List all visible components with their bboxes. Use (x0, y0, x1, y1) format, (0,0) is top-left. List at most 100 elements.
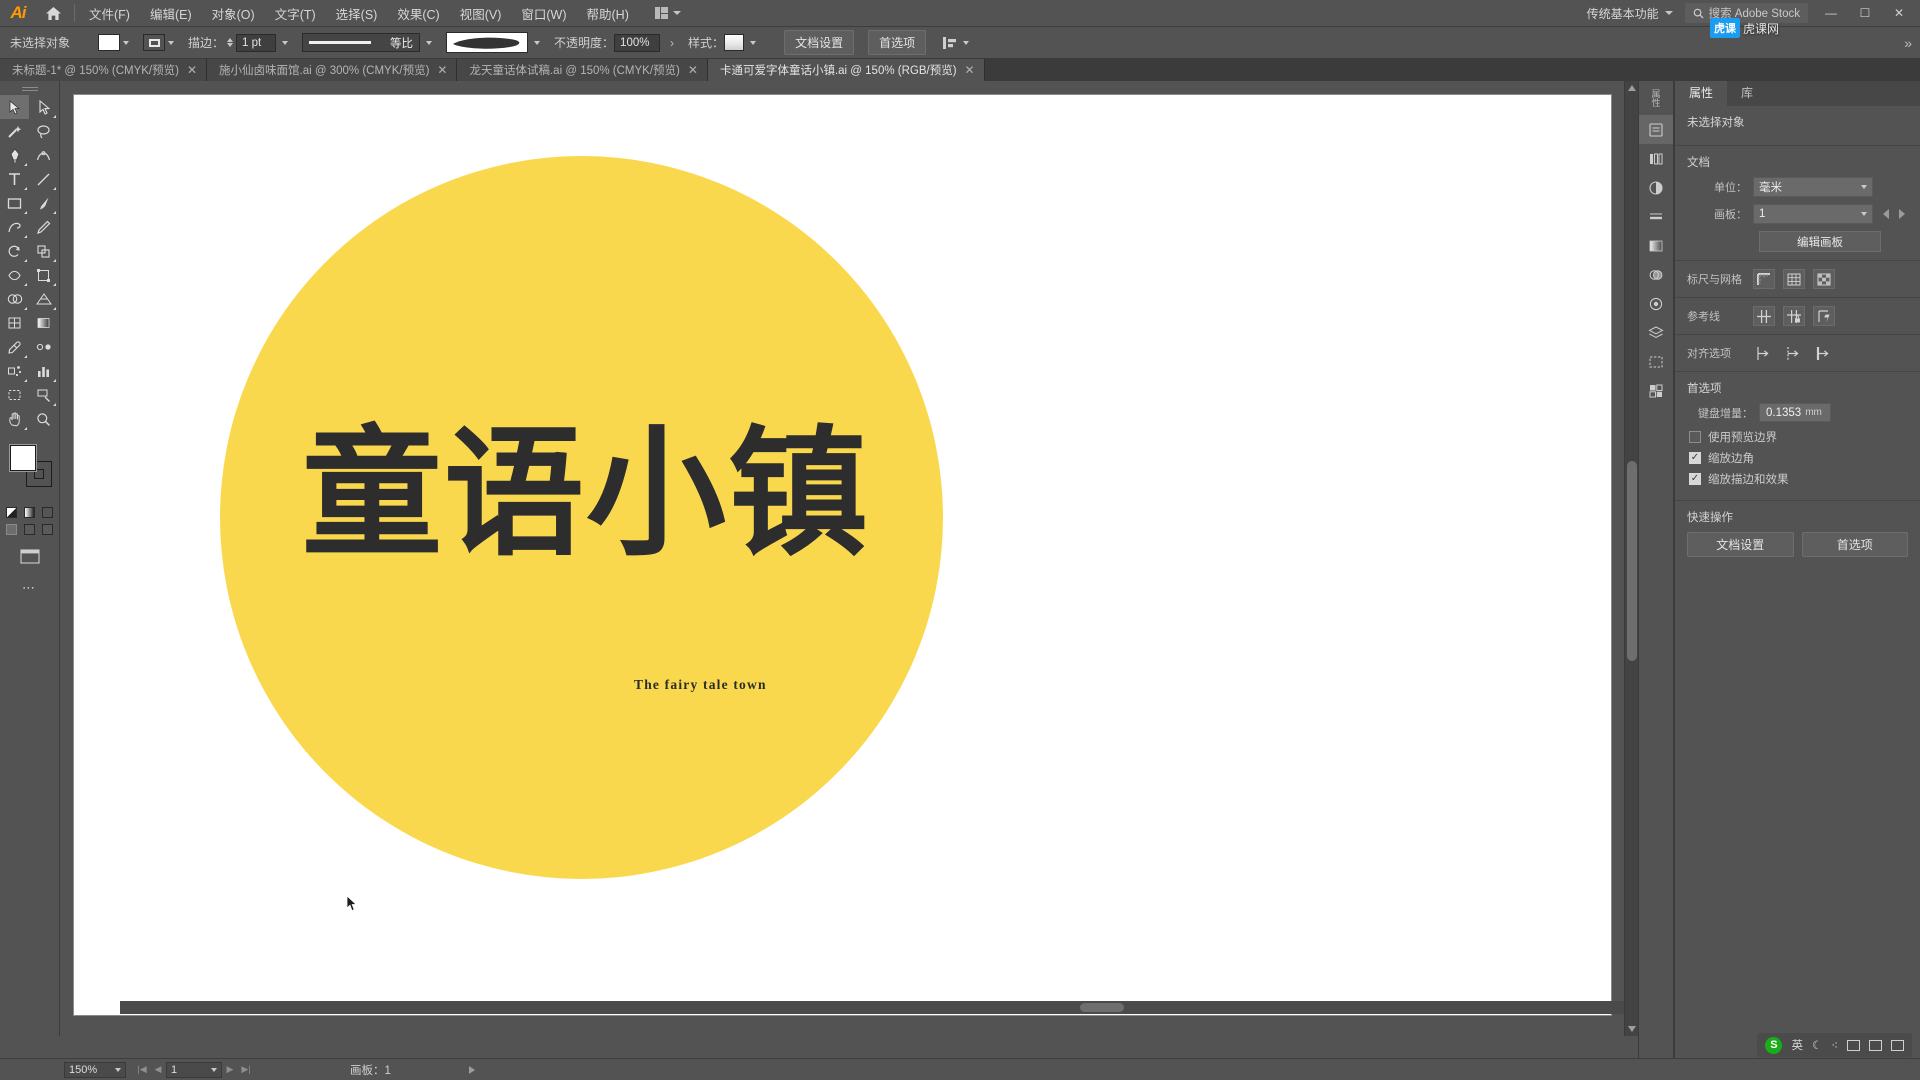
align-to-artboard-icon[interactable] (1813, 343, 1835, 363)
quick-document-setup-button[interactable]: 文档设置 (1687, 532, 1794, 557)
shape-builder-tool[interactable] (0, 287, 29, 311)
status-expand-icon[interactable] (468, 1065, 475, 1074)
ime-language-label[interactable]: 英 (1791, 1037, 1803, 1053)
scale-strokes-checkbox[interactable] (1689, 473, 1701, 485)
brush-definition-control[interactable] (446, 32, 529, 53)
layers-icon[interactable] (1639, 318, 1673, 347)
artboard-select[interactable]: 1 (1753, 204, 1873, 224)
quick-preferences-button[interactable]: 首选项 (1801, 532, 1908, 557)
fill-swatch[interactable] (98, 34, 121, 51)
direct-selection-tool[interactable] (29, 95, 58, 119)
gradient-icon[interactable] (1639, 231, 1673, 260)
tab-properties[interactable]: 属性 (1675, 81, 1728, 106)
menu-item-help[interactable]: 帮助(H) (577, 0, 639, 27)
opacity-expand-icon[interactable]: › (670, 36, 674, 50)
scale-strokes-checkbox-row[interactable]: 缩放描边和效果 (1689, 471, 1908, 487)
draw-behind-icon[interactable] (24, 524, 35, 535)
canvas-area[interactable]: 童语小镇 The fairy tale town » ✕ 画板 (60, 81, 1884, 1036)
fill-chevron-down-icon[interactable] (123, 40, 130, 45)
symbol-sprayer-tool[interactable] (0, 359, 29, 383)
fill-color-control[interactable] (98, 34, 130, 51)
scale-corners-checkbox-row[interactable]: 缩放边角 (1689, 450, 1908, 466)
stroke-swatch[interactable] (143, 34, 166, 51)
logotype-artwork[interactable]: 童语小镇 (302, 425, 922, 685)
column-graph-tool[interactable] (29, 359, 58, 383)
opacity-field[interactable]: 100% (614, 33, 661, 52)
show-guides-icon[interactable] (1753, 306, 1775, 326)
artboard[interactable]: 童语小镇 The fairy tale town (74, 95, 1611, 1015)
smart-guides-icon[interactable] (1813, 306, 1835, 326)
pencil-tool[interactable] (29, 215, 58, 239)
close-icon[interactable]: ✕ (688, 64, 698, 76)
style-chevron-down-icon[interactable] (750, 40, 757, 45)
close-button[interactable]: ✕ (1882, 0, 1916, 27)
prev-artboard-icon[interactable] (1883, 209, 1889, 219)
preview-bounds-checkbox-row[interactable]: 使用预览边界 (1689, 429, 1908, 445)
home-icon[interactable] (36, 0, 70, 27)
menu-item-select[interactable]: 选择(S) (326, 0, 388, 27)
paintbrush-tool[interactable] (29, 191, 58, 215)
prev-page-icon[interactable]: ◀ (150, 1062, 166, 1078)
menu-item-file[interactable]: 文件(F) (79, 0, 140, 27)
perspective-grid-tool[interactable] (29, 287, 58, 311)
artboard-tool[interactable] (0, 383, 29, 407)
keyboard-icon[interactable] (1847, 1039, 1860, 1051)
brush-chevron-down-icon[interactable] (534, 40, 541, 45)
stroke-chevron-down-icon[interactable] (168, 40, 175, 45)
line-segment-tool[interactable] (29, 167, 58, 191)
menu-item-effect[interactable]: 效果(C) (387, 0, 449, 27)
stroke-profile-control[interactable]: 等比 (302, 33, 421, 52)
scale-tool[interactable] (29, 239, 58, 263)
none-swatch-icon[interactable] (42, 507, 53, 518)
rotate-tool[interactable] (0, 239, 29, 263)
color-swatch-icon[interactable] (6, 507, 17, 518)
menu-item-object[interactable]: 对象(O) (202, 0, 265, 27)
tab-libraries[interactable]: 库 (1727, 81, 1767, 106)
page-number-field[interactable]: 1 (166, 1061, 222, 1078)
keyboard-increment-field[interactable]: 0.1353 mm (1759, 403, 1831, 422)
show-grid-icon[interactable] (1783, 269, 1805, 289)
asset-export-icon[interactable] (1639, 376, 1673, 405)
scroll-up-icon[interactable] (1625, 81, 1639, 95)
document-tab[interactable]: 未标题-1* @ 150% (CMYK/预览) ✕ (0, 59, 208, 81)
stroke-color-control[interactable] (143, 34, 175, 51)
workspace-chevron-down-icon[interactable] (1664, 11, 1673, 15)
curvature-tool[interactable] (29, 143, 58, 167)
gradient-swatch-icon[interactable] (24, 507, 35, 518)
properties-icon[interactable] (1639, 115, 1673, 144)
align-chevron-down-icon[interactable] (963, 40, 970, 45)
menu-item-type[interactable]: 文字(T) (265, 0, 326, 27)
hand-tool[interactable] (0, 407, 29, 431)
show-transparency-grid-icon[interactable] (1813, 269, 1835, 289)
scroll-down-icon[interactable] (1625, 1022, 1639, 1036)
eyedropper-tool[interactable] (0, 335, 29, 359)
stroke-weight-stepper[interactable] (227, 38, 234, 47)
toolbox-icon[interactable] (1869, 1039, 1882, 1051)
libraries-icon[interactable] (1639, 144, 1673, 173)
magic-wand-tool[interactable] (0, 119, 29, 143)
ime-dots-icon[interactable]: ⁖ (1831, 1038, 1838, 1052)
slice-tool[interactable] (29, 383, 58, 407)
close-icon[interactable]: ✕ (187, 64, 197, 76)
zoom-tool[interactable] (29, 407, 58, 431)
zoom-level-select[interactable]: 150% (64, 1061, 126, 1078)
align-to-key-object-icon[interactable] (1783, 343, 1805, 363)
selection-tool[interactable] (0, 95, 29, 119)
control-bar-more-icon[interactable]: » (1904, 35, 1912, 51)
graphic-style-swatch[interactable] (724, 34, 745, 51)
show-rulers-icon[interactable] (1753, 269, 1775, 289)
lock-guides-icon[interactable] (1783, 306, 1805, 326)
blend-tool[interactable] (29, 335, 58, 359)
preview-bounds-checkbox[interactable] (1689, 431, 1701, 443)
screen-mode-button[interactable] (0, 549, 59, 564)
document-tab-active[interactable]: 卡通可爱字体童话小镇.ai @ 150% (RGB/预览) ✕ (707, 59, 985, 81)
align-to-selection-icon[interactable] (1753, 343, 1775, 363)
edit-toolbar-button[interactable]: ⋯ (0, 580, 59, 596)
mesh-tool[interactable] (0, 311, 29, 335)
last-page-icon[interactable]: ▶| (238, 1062, 254, 1078)
draw-inside-icon[interactable] (42, 524, 53, 535)
align-icon[interactable] (940, 35, 958, 51)
rectangle-tool[interactable] (0, 191, 29, 215)
draw-normal-icon[interactable] (6, 524, 17, 535)
appearance-icon[interactable] (1639, 289, 1673, 318)
